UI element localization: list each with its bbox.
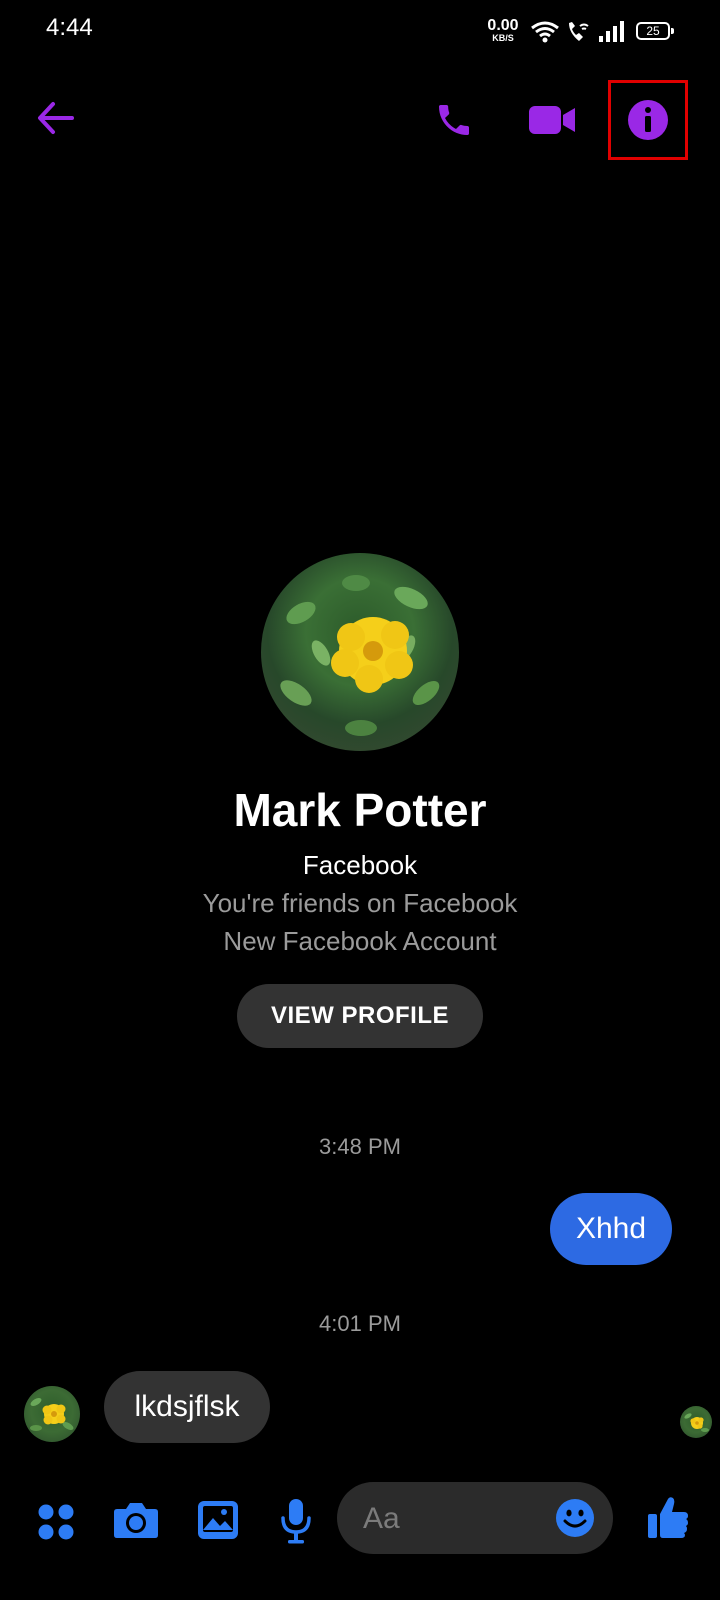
flower-avatar-image xyxy=(280,575,440,736)
gallery-button[interactable] xyxy=(192,1496,244,1544)
phone-icon xyxy=(439,105,469,135)
voice-message-button[interactable] xyxy=(272,1494,320,1548)
emoji-icon xyxy=(556,1499,594,1537)
conversation-info-button[interactable] xyxy=(608,80,688,160)
wifi-calling-icon xyxy=(569,22,589,41)
back-button[interactable] xyxy=(30,92,82,144)
message-composer xyxy=(0,1468,720,1568)
message-timestamp: 4:01 PM xyxy=(319,1311,401,1336)
view-profile-button[interactable]: VIEW PROFILE xyxy=(237,984,483,1048)
sender-avatar[interactable] xyxy=(24,1386,80,1442)
network-speed-unit: KB/S xyxy=(492,33,514,43)
message-input[interactable] xyxy=(361,1500,535,1538)
wifi-icon xyxy=(531,21,559,43)
incoming-message-bubble[interactable]: lkdsjflsk xyxy=(104,1371,270,1443)
battery-icon: 25 xyxy=(636,22,674,40)
send-like-button[interactable] xyxy=(644,1492,692,1544)
gallery-icon xyxy=(198,1501,238,1539)
back-arrow-icon xyxy=(38,102,74,134)
contact-platform: Facebook xyxy=(302,850,418,880)
chat-header xyxy=(0,70,720,170)
account-note: New Facebook Account xyxy=(223,926,497,956)
contact-name: Mark Potter xyxy=(233,784,487,836)
flower-avatar-image xyxy=(30,1398,74,1431)
friendship-status: You're friends on Facebook xyxy=(202,888,518,918)
read-receipt-avatar xyxy=(680,1406,712,1438)
camera-icon xyxy=(114,1503,158,1538)
emoji-button[interactable] xyxy=(555,1498,595,1538)
flower-avatar-image xyxy=(684,1413,709,1432)
message-timestamp: 3:48 PM xyxy=(319,1134,401,1159)
video-camera-icon xyxy=(529,106,575,134)
message-input-container[interactable] xyxy=(337,1482,613,1554)
signal-icon xyxy=(599,21,624,42)
menu-dots-icon xyxy=(38,1504,74,1540)
microphone-icon xyxy=(281,1499,311,1544)
camera-button[interactable] xyxy=(110,1496,162,1544)
more-actions-button[interactable] xyxy=(32,1498,80,1546)
status-time: 4:44 xyxy=(46,14,93,41)
network-speed: 0.00 KB/S xyxy=(484,18,522,43)
status-bar: 4:44 0.00 KB/S 25 xyxy=(0,0,720,62)
network-speed-value: 0.00 xyxy=(487,17,519,34)
profile-avatar[interactable] xyxy=(261,553,459,751)
info-icon xyxy=(628,100,668,140)
video-call-button[interactable] xyxy=(522,92,582,148)
thumbs-up-icon xyxy=(648,1497,688,1538)
outgoing-message-bubble[interactable]: Xhhd xyxy=(550,1193,672,1265)
audio-call-button[interactable] xyxy=(426,92,482,148)
